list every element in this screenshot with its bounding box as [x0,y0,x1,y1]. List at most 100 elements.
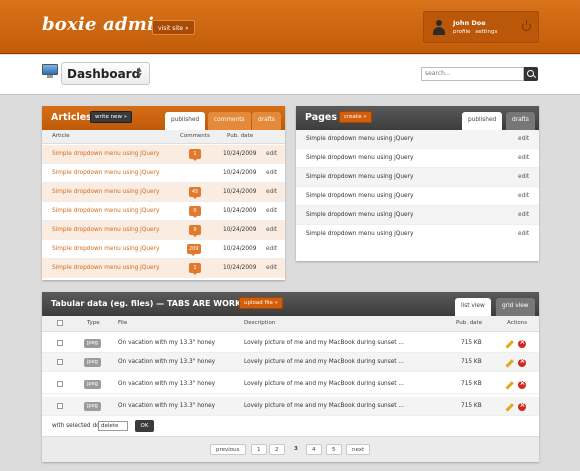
settings-link[interactable]: settings [475,29,497,35]
search-input[interactable]: search... [421,67,524,81]
page-title-link[interactable]: Simple dropdown menu using jQuery [306,212,413,218]
row-checkbox[interactable] [57,403,63,409]
files-title: Tabular data (eg. files) — TABS ARE WORK… [51,299,258,308]
dashboard-selector[interactable]: Dashboard ▲ ▼ [61,62,150,85]
tab-drafts[interactable]: drafts [506,112,535,130]
monitor-icon [42,64,58,79]
col-comments[interactable]: Comments [180,133,210,139]
page-2-button[interactable]: 2 [269,444,285,455]
delete-icon[interactable] [518,338,526,348]
files-header: Tabular data (eg. files) — TABS ARE WORK… [42,292,539,316]
table-row: Simple dropdown menu using jQuery 45 10/… [42,183,285,202]
articles-header: Articles write new » published comments … [42,106,285,130]
pencil-edit-icon[interactable] [504,339,514,349]
profile-link[interactable]: profile [453,29,470,35]
col-pub-date[interactable]: Pub. date [456,320,482,326]
row-checkbox[interactable] [57,359,63,365]
row-checkbox[interactable] [57,381,63,387]
page-title-link[interactable]: Simple dropdown menu using jQuery [306,155,413,161]
page-4-button[interactable]: 4 [306,444,322,455]
updown-arrows-icon: ▲ ▼ [137,66,142,79]
article-title[interactable]: Simple dropdown menu using jQuery [52,227,159,233]
tab-comments[interactable]: comments [208,112,251,130]
logout-power-icon[interactable] [522,20,531,31]
file-type-badge: jpeg [84,358,101,367]
pencil-edit-icon[interactable] [504,358,514,368]
file-description: Lovely picture of me and my MacBook duri… [244,381,404,387]
articles-title: Articles [51,112,92,123]
file-description: Lovely picture of me and my MacBook duri… [244,359,404,365]
pencil-edit-icon[interactable] [504,380,514,390]
pages-panel: Pages create » published drafts Simple d… [296,106,539,261]
visit-site-button[interactable]: visit site » [152,20,195,35]
edit-link[interactable]: edit [518,174,529,180]
delete-icon[interactable] [518,357,526,367]
previous-page-button[interactable]: previous [210,444,246,455]
edit-link[interactable]: edit [266,227,277,233]
file-name[interactable]: On vacation with my 13.3" honey [118,359,215,365]
comment-count-badge: 209 [187,244,201,256]
delete-icon[interactable] [518,401,526,411]
page-title-link[interactable]: Simple dropdown menu using jQuery [306,193,413,199]
edit-link[interactable]: edit [266,151,277,157]
comment-count-badge: 1 [189,263,201,275]
col-type[interactable]: Type [87,320,100,326]
write-new-button[interactable]: write new » [90,111,133,123]
edit-link[interactable]: edit [518,193,529,199]
col-file[interactable]: File [118,320,127,326]
pub-date: 10/24/2009 [223,208,257,214]
edit-link[interactable]: edit [266,170,277,176]
edit-link[interactable]: edit [266,189,277,195]
file-type-badge: jpeg [84,339,101,348]
article-title[interactable]: Simple dropdown menu using jQuery [52,265,159,271]
file-name[interactable]: On vacation with my 13.3" honey [118,403,215,409]
file-name[interactable]: On vacation with my 13.3" honey [118,381,215,387]
article-title[interactable]: Simple dropdown menu using jQuery [52,246,159,252]
col-description[interactable]: Description [244,320,275,326]
select-all-checkbox[interactable] [57,320,63,326]
edit-link[interactable]: edit [266,265,277,271]
edit-link[interactable]: edit [266,208,277,214]
page-title-link[interactable]: Simple dropdown menu using jQuery [306,231,413,237]
tab-list-view[interactable]: list view [455,298,491,316]
article-title[interactable]: Simple dropdown menu using jQuery [52,208,159,214]
bulk-action-select[interactable]: delete [98,421,128,431]
create-button[interactable]: create » [339,111,372,123]
edit-link[interactable]: edit [518,155,529,161]
table-row: jpeg On vacation with my 13.3" honey Lov… [42,397,539,416]
pages-header: Pages create » published drafts [296,106,539,130]
table-row: Simple dropdown menu using jQuery 0 10/2… [42,202,285,221]
edit-link[interactable]: edit [266,246,277,252]
pub-date: 10/24/2009 [223,265,257,271]
row-checkbox[interactable] [57,340,63,346]
ok-button[interactable]: OK [135,420,154,432]
table-row: jpeg On vacation with my 13.3" honey Lov… [42,353,539,372]
tab-published[interactable]: published [462,112,503,130]
pagination: previous 1 2 3 4 5 next [42,436,539,462]
edit-link[interactable]: edit [518,136,529,142]
file-size: 715 KB [461,403,482,409]
pencil-edit-icon[interactable] [504,402,514,412]
edit-link[interactable]: edit [518,212,529,218]
search-icon[interactable] [524,67,538,81]
page-5-button[interactable]: 5 [326,444,342,455]
article-title[interactable]: Simple dropdown menu using jQuery [52,189,159,195]
tab-published[interactable]: published [165,112,206,130]
article-title[interactable]: Simple dropdown menu using jQuery [52,151,159,157]
page-title-link[interactable]: Simple dropdown menu using jQuery [306,174,413,180]
tab-grid-view[interactable]: grid view [496,298,535,316]
page-title-link[interactable]: Simple dropdown menu using jQuery [306,136,413,142]
file-name[interactable]: On vacation with my 13.3" honey [118,340,215,346]
page-1-button[interactable]: 1 [251,444,267,455]
article-title[interactable]: Simple dropdown menu using jQuery [52,170,159,176]
col-pub-date[interactable]: Pub. date [227,133,253,139]
next-page-button[interactable]: next [346,444,371,455]
edit-link[interactable]: edit [518,231,529,237]
comment-count-badge: 45 [189,187,201,199]
delete-icon[interactable] [518,379,526,389]
upload-file-button[interactable]: upload file » [239,297,283,309]
user-box: John Doe profile settings [423,11,539,43]
tab-drafts[interactable]: drafts [252,112,281,130]
pub-date: 10/24/2009 [223,151,257,157]
col-article[interactable]: Article [52,133,70,139]
